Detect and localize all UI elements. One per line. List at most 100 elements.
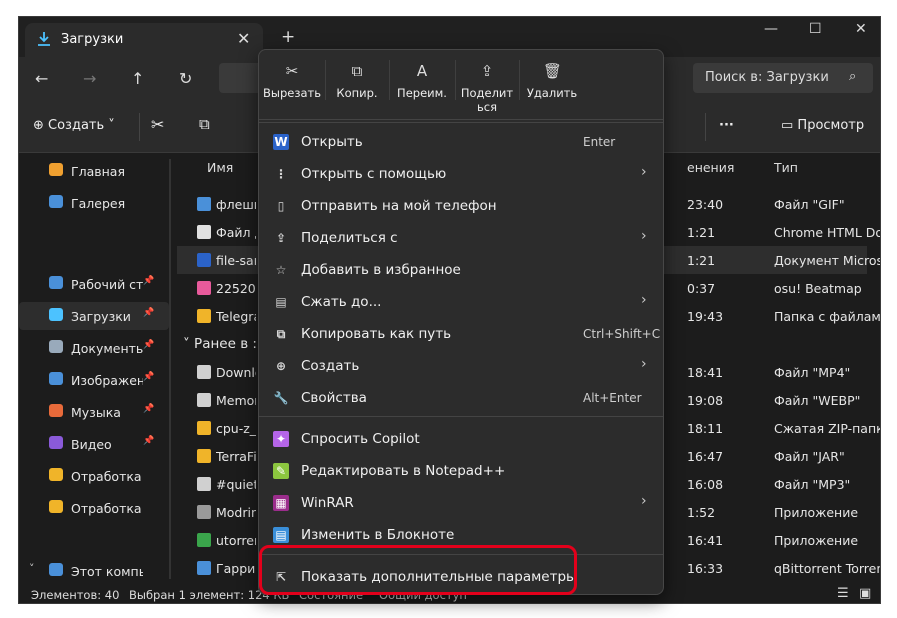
- file-type: Приложение: [774, 533, 859, 548]
- shortcut-hint: Alt+Enter: [583, 391, 642, 405]
- menu-item-copy-path[interactable]: ⧉ Копировать как путь Ctrl+Shift+C: [263, 318, 660, 350]
- video-icon: [49, 436, 63, 449]
- tab-downloads[interactable]: Загрузки ✕: [25, 23, 263, 57]
- refresh-icon[interactable]: ↻: [179, 69, 192, 88]
- scissors-icon: ✂: [285, 62, 299, 80]
- file-icon: [197, 253, 211, 267]
- copy-icon[interactable]: ⧉: [199, 115, 210, 133]
- file-date: 16:33: [687, 561, 724, 576]
- file-name: флешка: [216, 197, 256, 212]
- file-type: Сжатая ZIP-папка: [774, 421, 881, 436]
- menu-item-winrar[interactable]: ▦ WinRAR ›: [263, 487, 659, 519]
- quick-action-copy[interactable]: ⧉ Копир.: [325, 50, 389, 120]
- sidebar-item-gallery[interactable]: Галерея: [19, 189, 169, 217]
- menu-item-star[interactable]: ☆ Добавить в избранное: [263, 254, 659, 286]
- file-icon: [197, 505, 211, 519]
- group-label: Ранее в :: [194, 336, 257, 352]
- preview-button[interactable]: ▭ Просмотр: [781, 118, 864, 133]
- quick-action-trash[interactable]: 🗑 Удалить: [519, 50, 585, 120]
- desktop-icon: [49, 276, 63, 289]
- back-arrow-icon[interactable]: ←: [35, 69, 48, 88]
- sidebar-item-video[interactable]: Видео 📌: [19, 430, 169, 458]
- images-icon: [49, 372, 63, 385]
- group-header-earlier[interactable]: ˅ Ранее в :: [183, 336, 257, 352]
- menu-item-label: Свойства: [301, 390, 367, 406]
- sidebar-item-label: Документы: [71, 341, 143, 356]
- chevron-down-icon[interactable]: ˅: [29, 562, 35, 575]
- file-name: Файл дл: [216, 225, 256, 240]
- sidebar-item-download[interactable]: Загрузки 📌: [19, 302, 169, 330]
- sidebar-item-label: Изображения: [71, 373, 143, 388]
- sidebar-item-folder[interactable]: Отработка: [19, 462, 169, 490]
- sidebar-item-music[interactable]: Музыка 📌: [19, 398, 169, 426]
- chevron-right-icon: ›: [641, 493, 647, 509]
- file-type: osu! Beatmap: [774, 281, 862, 296]
- navigation-pane: Главная Галерея Рабочий стол📌 Загрузки📌 Доку…: [19, 154, 175, 584]
- menu-item-open-with[interactable]: ⋮ Открыть с помощью ›: [263, 158, 659, 190]
- file-type: Приложение: [774, 505, 859, 520]
- details-view-icon[interactable]: ☰: [837, 586, 849, 601]
- context-menu: ✂ Вырезать ⧉ Копир. A Переим. ⇪ Поделиться 🗑 Удал…: [258, 49, 664, 595]
- search-input[interactable]: Поиск в: Загрузки ⌕: [693, 63, 873, 93]
- close-window-button[interactable]: ✕: [855, 21, 867, 37]
- sidebar-item-images[interactable]: Изображения📌: [19, 366, 169, 394]
- menu-item-phone[interactable]: ▯ Отправить на мой телефон: [263, 190, 659, 222]
- menu-item-label: Редактировать в Notepad++: [301, 463, 506, 479]
- file-type: Файл "JAR": [774, 449, 845, 464]
- sidebar-item-computer[interactable]: ˅ Этот компьютер: [19, 557, 169, 585]
- more-options-button[interactable]: ···: [719, 118, 734, 133]
- file-name: utorrent: [216, 533, 256, 548]
- menu-item-compress[interactable]: ▤ Сжать до... ›: [263, 286, 659, 318]
- menu-item-label: Создать: [301, 358, 360, 374]
- menu-item-label: Копировать как путь: [301, 326, 452, 342]
- sidebar-item-folder[interactable]: Отработка: [19, 494, 169, 522]
- download-icon: [49, 308, 63, 321]
- sidebar-item-home[interactable]: Главная: [19, 157, 169, 185]
- wrench-icon: 🔧: [273, 391, 289, 405]
- sidebar-item-label: Отработка: [71, 501, 142, 516]
- file-type: Файл "MP3": [774, 477, 851, 492]
- menu-item-label: Изменить в Блокноте: [301, 527, 455, 543]
- maximize-button[interactable]: ☐: [809, 21, 822, 37]
- search-icon: ⌕: [849, 69, 857, 84]
- tiles-view-icon[interactable]: ▣: [859, 586, 871, 601]
- column-name-header[interactable]: Имя: [207, 154, 233, 180]
- menu-item-copilot[interactable]: ✦ Спросить Copilot: [263, 423, 659, 455]
- menu-item-create[interactable]: ⊕ Создать ›: [263, 350, 659, 382]
- close-tab-icon[interactable]: ✕: [237, 29, 250, 48]
- sidebar-item-desktop[interactable]: Рабочий стол📌: [19, 270, 169, 298]
- menu-item-share-with[interactable]: ⇪ Поделиться с ›: [263, 222, 659, 254]
- up-arrow-icon[interactable]: ↑: [131, 69, 144, 88]
- quick-action-rename[interactable]: A Переим.: [389, 50, 455, 120]
- quick-action-label: Поделиться: [460, 86, 514, 114]
- column-date-header[interactable]: енения: [687, 154, 734, 180]
- sidebar-scrollbar[interactable]: [169, 159, 171, 579]
- menu-item-label: Сжать до...: [301, 294, 382, 310]
- scissors-icon[interactable]: ✂: [151, 115, 164, 134]
- chevron-right-icon: ›: [641, 292, 647, 308]
- create-button[interactable]: ⊕ Создать ˅: [33, 118, 115, 133]
- quick-action-scissors[interactable]: ✂ Вырезать: [259, 50, 325, 120]
- menu-item-notepadpp[interactable]: ✎ Редактировать в Notepad++: [263, 455, 659, 487]
- file-name: Modrint: [216, 505, 256, 520]
- star-icon: ☆: [275, 263, 287, 277]
- menu-item-word[interactable]: W Открыть Enter: [263, 126, 659, 158]
- forward-arrow-icon[interactable]: →: [83, 69, 96, 88]
- file-name: Downlo: [216, 365, 256, 380]
- quick-action-share[interactable]: ⇪ Поделиться: [455, 50, 519, 120]
- minimize-button[interactable]: —: [764, 21, 778, 37]
- divider: [705, 113, 706, 141]
- menu-item-wrench[interactable]: 🔧 Свойства Alt+Enter: [263, 382, 659, 414]
- tab-title: Загрузки: [61, 32, 124, 47]
- sidebar-item-label: Загрузки: [71, 309, 131, 324]
- file-name: Memory: [216, 393, 256, 408]
- column-type-header[interactable]: Тип: [774, 154, 798, 180]
- sidebar-item-documents[interactable]: Документы 📌: [19, 334, 169, 362]
- highlight-annotation: [259, 545, 577, 595]
- sidebar-item-label: Музыка: [71, 405, 121, 420]
- new-tab-button[interactable]: +: [281, 27, 295, 47]
- copy-path-icon: ⧉: [276, 327, 286, 341]
- file-icon: [197, 197, 211, 211]
- chevron-right-icon: ›: [641, 356, 647, 372]
- trash-icon: 🗑: [543, 62, 563, 80]
